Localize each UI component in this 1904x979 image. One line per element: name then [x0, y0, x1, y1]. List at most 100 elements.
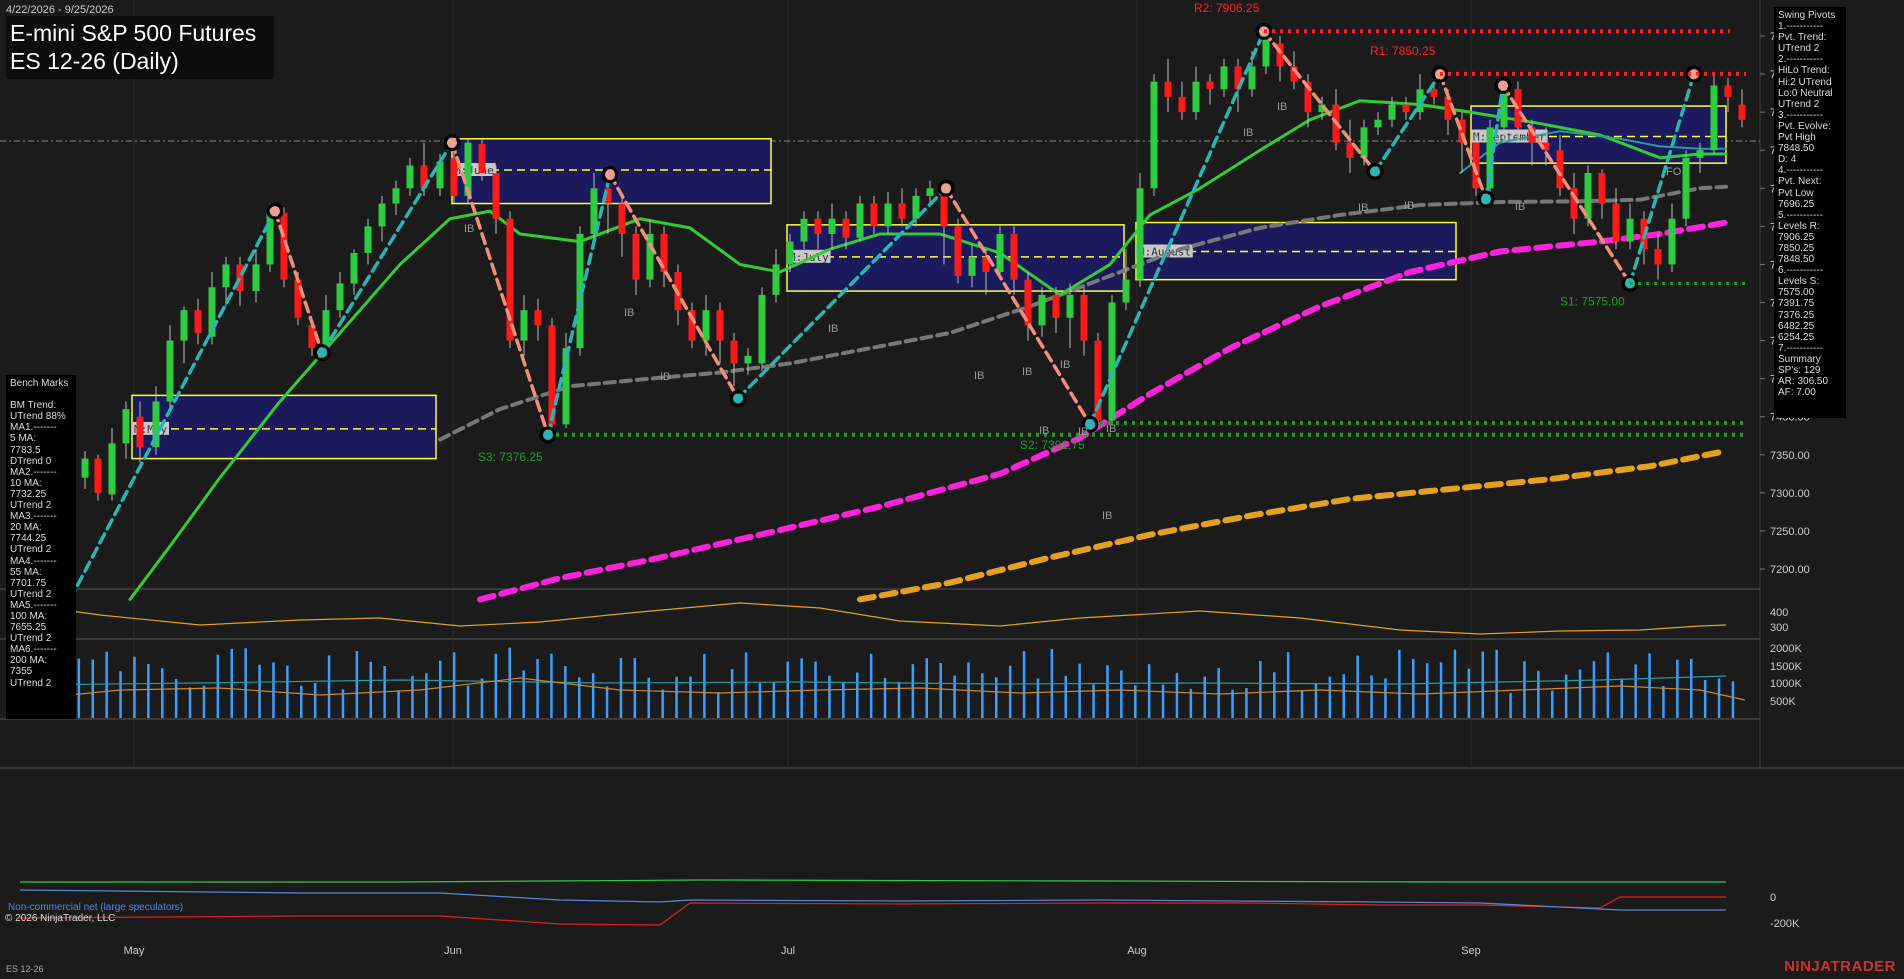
candle-body — [236, 264, 244, 292]
candle-body — [436, 161, 444, 189]
support-label: S2: 7391.75 — [1020, 438, 1085, 452]
volume-bar — [717, 691, 720, 718]
candle-body — [1444, 96, 1452, 120]
candle-body — [828, 218, 836, 234]
candle-body — [772, 264, 780, 295]
volume-bar — [91, 659, 94, 718]
volume-bar — [1425, 663, 1429, 718]
candle-body — [122, 409, 130, 444]
volume-bar — [1662, 686, 1665, 718]
candle-body — [1374, 119, 1382, 128]
candle-body — [1360, 127, 1368, 158]
volume-bar — [1286, 652, 1290, 718]
volume-bar — [147, 664, 150, 718]
candle-body — [492, 173, 500, 219]
volume-bar — [856, 672, 859, 718]
swing-pivot-dot — [447, 137, 457, 148]
volume-bar — [1022, 651, 1026, 718]
swing-pivot-dot — [1498, 80, 1508, 91]
volume-tick-label: 1500K — [1770, 661, 1802, 673]
swing-pivot-dot — [317, 347, 327, 358]
volume-bar — [758, 683, 762, 718]
candle-body — [222, 264, 230, 288]
candle-body — [520, 310, 528, 341]
volume-bar — [1495, 649, 1498, 718]
y-tick-label: 7250.00 — [1770, 526, 1810, 538]
swing-pivot-dot — [270, 206, 280, 217]
volume-bar — [313, 682, 317, 718]
volume-bar — [605, 686, 609, 718]
volume-bar — [1481, 651, 1484, 718]
volume-bar — [1467, 668, 1471, 718]
candle-body — [996, 233, 1004, 273]
candle-body — [336, 283, 344, 311]
volume-bar — [105, 651, 108, 718]
volume-tick-label: 500K — [1770, 696, 1796, 708]
candle-body — [632, 233, 640, 280]
candle-body — [81, 458, 89, 478]
bar-label: IB — [1404, 200, 1414, 212]
resistance-label: R2: 7906.25 — [1194, 1, 1260, 15]
volume-bar — [1537, 670, 1540, 718]
bar-label: IB — [1102, 510, 1112, 522]
candle-body — [392, 188, 400, 204]
volume-bar — [1592, 661, 1596, 718]
bar-label: IB — [1243, 127, 1253, 139]
volume-bar — [1120, 670, 1123, 718]
title-line-1: E-mini S&P 500 Futures — [10, 20, 257, 46]
volume-bar — [869, 653, 873, 718]
x-tick-label: May — [124, 945, 145, 957]
volume-bar — [1370, 675, 1373, 718]
volume-bar — [327, 655, 331, 718]
volume-bar — [1731, 681, 1735, 718]
candle-body — [252, 264, 260, 292]
volume-panel: 500K 1000K 1500K 2000K — [19, 643, 1802, 718]
volume-bar — [703, 654, 706, 718]
candle-body — [744, 355, 752, 364]
volume-bar — [1161, 684, 1165, 718]
candle-body — [1052, 294, 1060, 318]
copyright: © 2026 NinjaTrader, LLC — [5, 913, 116, 924]
candle-body — [870, 203, 878, 227]
cot-label: Non-commercial net (large speculators) — [8, 902, 184, 913]
candle-body — [1010, 233, 1018, 280]
bar-label: FO — [1666, 166, 1682, 178]
candle-body — [730, 340, 738, 364]
candle-body — [1598, 173, 1606, 204]
volume-bar — [1217, 668, 1220, 718]
candle-body — [926, 188, 934, 196]
volume-bar — [1106, 665, 1109, 718]
swing-pivot-dot — [543, 429, 553, 440]
candle-body — [1738, 104, 1746, 120]
volume-bar — [1634, 664, 1637, 718]
candle-body — [1654, 249, 1662, 265]
volume-bar — [730, 669, 734, 718]
ninjatrader-logo: NINJATRADER — [1784, 958, 1896, 975]
x-tick-label: Jun — [444, 945, 462, 957]
candle-body — [646, 233, 654, 280]
candle-body — [166, 340, 174, 402]
candle-body — [378, 203, 386, 227]
volume-bar — [1259, 660, 1262, 718]
volume-bar — [786, 661, 789, 718]
instrument-label: ES 12-26 — [6, 964, 44, 974]
volume-bar — [300, 685, 303, 718]
volume-bar — [1717, 678, 1721, 718]
osc-tick-label: 400 — [1770, 607, 1788, 619]
volume-bar — [369, 661, 372, 718]
y-tick-label: 7300.00 — [1770, 488, 1810, 500]
volume-bar — [202, 685, 206, 718]
y-tick-label: 7350.00 — [1770, 450, 1810, 462]
volume-bar — [216, 654, 220, 718]
bar-label: IB — [828, 323, 838, 335]
candle-body — [194, 310, 202, 333]
volume-bar — [647, 677, 650, 718]
candle-body — [814, 218, 822, 234]
swing-pivot-dot — [733, 393, 743, 404]
candle-body — [94, 458, 102, 493]
candle-body — [968, 256, 976, 276]
volume-bar — [591, 673, 595, 718]
swing-up-line — [320, 140, 454, 355]
volume-bar — [536, 659, 539, 718]
volume-tick-label: 2000K — [1770, 643, 1802, 655]
